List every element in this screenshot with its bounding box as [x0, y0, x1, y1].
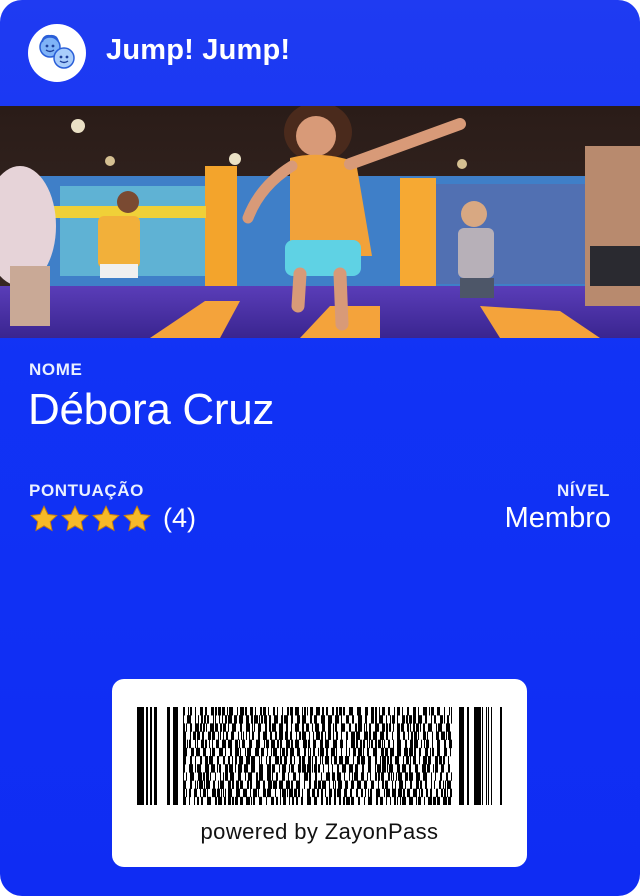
score-label: PONTUAÇÃO	[29, 481, 144, 500]
barcode-panel: powered by ZayonPass	[112, 679, 527, 867]
star-icon	[61, 504, 89, 531]
name-value: Débora Cruz	[28, 385, 275, 434]
level-value: Membro	[504, 502, 611, 534]
name-label: NOME	[29, 360, 83, 379]
hero-image	[0, 106, 640, 338]
pdf417-barcode	[137, 707, 502, 805]
app-title: Jump! Jump!	[106, 34, 291, 66]
star-icon	[123, 504, 151, 531]
wallet-pass-card: Jump! Jump! NOME Débora Cruz PONTUAÇÃO (…	[0, 0, 640, 896]
star-icon	[30, 504, 58, 531]
star-rating	[29, 504, 153, 534]
score-count: (4)	[163, 503, 196, 533]
powered-by-text: powered by ZayonPass	[200, 819, 439, 844]
kids-faces-icon	[28, 24, 86, 82]
level-label: NÍVEL	[556, 481, 610, 500]
star-icon	[92, 504, 120, 531]
pass-header: Jump! Jump!	[0, 0, 640, 106]
score-rating: (4)	[29, 503, 196, 534]
